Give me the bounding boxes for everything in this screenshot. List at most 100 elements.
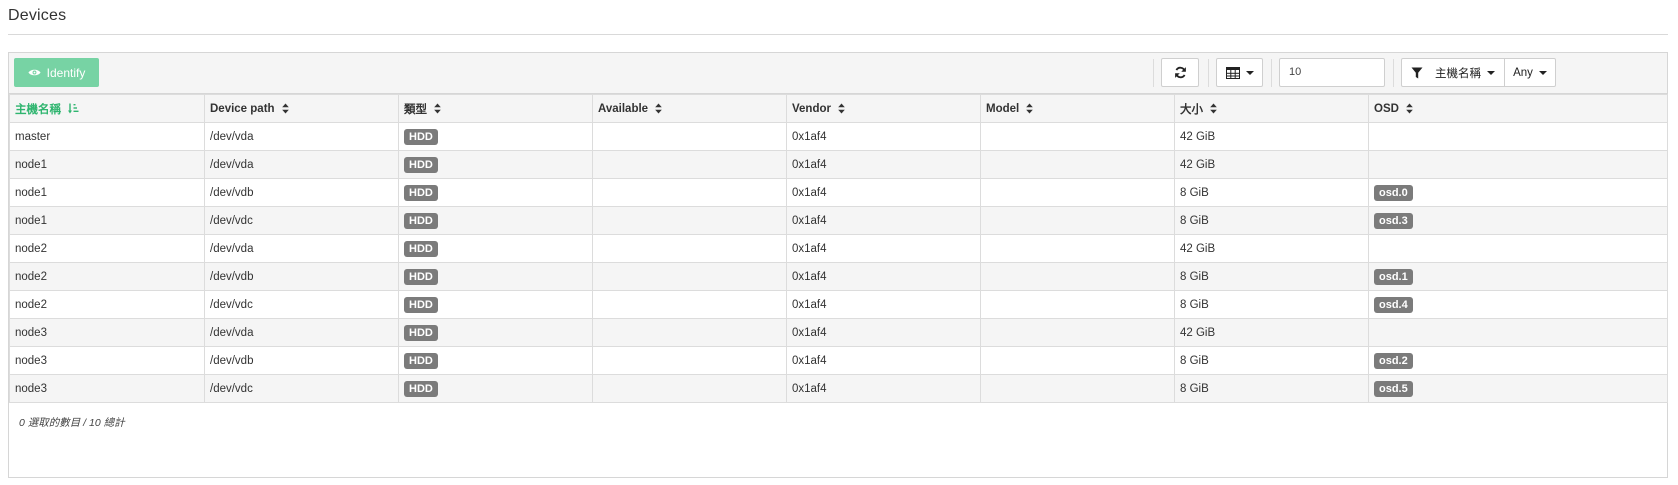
table-row[interactable]: node2/dev/vdc HDD 0x1af4 8 GiB osd.4	[9, 290, 1668, 319]
filter-value-label: Any	[1513, 66, 1533, 79]
cell-available	[592, 346, 787, 375]
cell-type: HDD	[398, 318, 593, 347]
osd-badge: osd.0	[1374, 184, 1413, 201]
cell-size: 42 GiB	[1174, 234, 1369, 263]
cell-osd: osd.1	[1368, 262, 1668, 291]
column-header-label: 大小	[1180, 103, 1203, 116]
table-row[interactable]: node1/dev/vdc HDD 0x1af4 8 GiB osd.3	[9, 206, 1668, 235]
cell-type: HDD	[398, 290, 593, 319]
cell-hostname: node2	[9, 262, 205, 291]
refresh-button[interactable]	[1161, 58, 1199, 87]
cell-type: HDD	[398, 346, 593, 375]
device-type-badge: HDD	[404, 380, 438, 397]
refresh-icon	[1174, 66, 1186, 79]
sort-icon	[281, 103, 289, 114]
cell-vendor: 0x1af4	[786, 234, 981, 263]
identify-button[interactable]: Identify	[14, 58, 99, 87]
cell-size: 8 GiB	[1174, 262, 1369, 291]
cell-model	[980, 234, 1175, 263]
cell-osd: osd.2	[1368, 346, 1668, 375]
sort-icon	[1026, 103, 1034, 114]
column-header-label: OSD	[1374, 102, 1399, 115]
cell-device-path: /dev/vdb	[204, 262, 399, 291]
cell-hostname: node2	[9, 290, 205, 319]
column-header-label: 主機名稱	[15, 103, 61, 116]
column-header-type[interactable]: 類型	[398, 94, 593, 123]
filter-column-label: 主機名稱	[1435, 67, 1481, 80]
cell-device-path: /dev/vdb	[204, 178, 399, 207]
cell-available	[592, 206, 787, 235]
column-header-hostname[interactable]: 主機名稱	[9, 94, 205, 123]
device-type-badge: HDD	[404, 156, 438, 173]
column-header-osd[interactable]: OSD	[1368, 94, 1668, 123]
cell-type: HDD	[398, 122, 593, 151]
cell-model	[980, 346, 1175, 375]
sort-ascending-icon	[68, 103, 79, 114]
cell-hostname: node1	[9, 206, 205, 235]
column-header-available[interactable]: Available	[592, 94, 787, 123]
cell-model	[980, 150, 1175, 179]
osd-badge: osd.2	[1374, 352, 1413, 369]
table-row[interactable]: node1/dev/vda HDD 0x1af4 42 GiB	[9, 150, 1668, 179]
identify-button-label: Identify	[46, 65, 86, 80]
filter-column-dropdown[interactable]: 主機名稱	[1401, 58, 1505, 87]
cell-osd	[1368, 150, 1668, 179]
cell-model	[980, 122, 1175, 151]
title-divider	[8, 34, 1668, 35]
cell-hostname: node1	[9, 178, 205, 207]
column-header-label: Device path	[210, 102, 275, 115]
column-header-device-path[interactable]: Device path	[204, 94, 399, 123]
table-header-row: 主機名稱 Device path 類型 Available Vendor Mod…	[9, 94, 1668, 123]
osd-badge: osd.5	[1374, 380, 1413, 397]
column-header-label: Vendor	[792, 102, 831, 115]
cell-device-path: /dev/vda	[204, 234, 399, 263]
cell-device-path: /dev/vda	[204, 318, 399, 347]
cell-available	[592, 262, 787, 291]
cell-vendor: 0x1af4	[786, 206, 981, 235]
table-row[interactable]: node3/dev/vdc HDD 0x1af4 8 GiB osd.5	[9, 374, 1668, 403]
cell-device-path: /dev/vdb	[204, 346, 399, 375]
device-type-badge: HDD	[404, 240, 438, 257]
eye-icon	[28, 69, 41, 76]
cell-device-path: /dev/vdc	[204, 206, 399, 235]
cell-osd	[1368, 318, 1668, 347]
cell-device-path: /dev/vdc	[204, 374, 399, 403]
cell-available	[592, 374, 787, 403]
cell-available	[592, 150, 787, 179]
device-type-badge: HDD	[404, 296, 438, 313]
chevron-down-icon	[1538, 70, 1547, 75]
cell-type: HDD	[398, 206, 593, 235]
cell-model	[980, 374, 1175, 403]
table-columns-icon	[1225, 66, 1240, 79]
column-header-vendor[interactable]: Vendor	[786, 94, 981, 123]
cell-size: 8 GiB	[1174, 178, 1369, 207]
cell-size: 8 GiB	[1174, 374, 1369, 403]
device-type-badge: HDD	[404, 352, 438, 369]
toolbar-separator	[1208, 59, 1209, 87]
device-type-badge: HDD	[404, 184, 438, 201]
cell-vendor: 0x1af4	[786, 122, 981, 151]
cell-device-path: /dev/vda	[204, 122, 399, 151]
table-row[interactable]: node2/dev/vda HDD 0x1af4 42 GiB	[9, 234, 1668, 263]
filter-icon	[1411, 67, 1423, 78]
column-header-model[interactable]: Model	[980, 94, 1175, 123]
cell-hostname: node2	[9, 234, 205, 263]
cell-size: 8 GiB	[1174, 346, 1369, 375]
devices-table: 主機名稱 Device path 類型 Available Vendor Mod…	[9, 94, 1668, 403]
cell-type: HDD	[398, 262, 593, 291]
column-selector-button[interactable]	[1216, 58, 1263, 87]
table-row[interactable]: node3/dev/vdb HDD 0x1af4 8 GiB osd.2	[9, 346, 1668, 375]
cell-osd: osd.4	[1368, 290, 1668, 319]
page-size-input[interactable]: 10	[1279, 58, 1385, 87]
cell-hostname: node3	[9, 374, 205, 403]
column-header-size[interactable]: 大小	[1174, 94, 1369, 123]
cell-vendor: 0x1af4	[786, 346, 981, 375]
table-row[interactable]: master/dev/vda HDD 0x1af4 42 GiB	[9, 122, 1668, 151]
table-row[interactable]: node3/dev/vda HDD 0x1af4 42 GiB	[9, 318, 1668, 347]
table-row[interactable]: node2/dev/vdb HDD 0x1af4 8 GiB osd.1	[9, 262, 1668, 291]
filter-value-dropdown[interactable]: Any	[1504, 58, 1556, 87]
table-row[interactable]: node1/dev/vdb HDD 0x1af4 8 GiB osd.0	[9, 178, 1668, 207]
device-type-badge: HDD	[404, 128, 438, 145]
toolbar-separator	[1153, 59, 1154, 87]
cell-size: 42 GiB	[1174, 318, 1369, 347]
